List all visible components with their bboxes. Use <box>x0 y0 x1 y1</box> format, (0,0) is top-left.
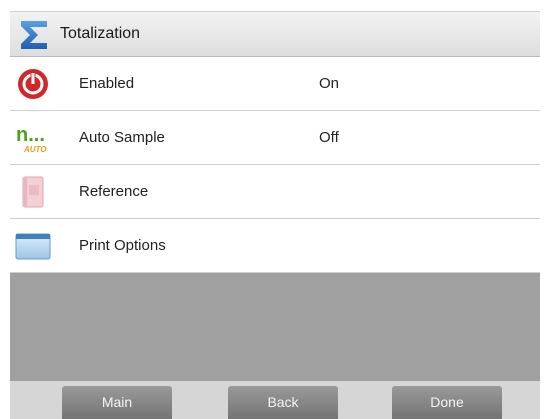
row-value: On <box>319 75 340 92</box>
list-item-print-options[interactable]: Print Options <box>10 219 540 273</box>
list-item-enabled[interactable]: Enabled On <box>10 57 540 111</box>
row-label: Reference <box>79 183 149 200</box>
print-options-icon <box>15 233 51 260</box>
empty-area <box>10 273 540 381</box>
back-button[interactable]: Back <box>228 386 338 419</box>
row-label: Enabled <box>79 75 135 92</box>
auto-sample-icon: n... AUTO <box>16 124 47 154</box>
reference-book-icon <box>22 176 44 208</box>
row-label: Auto Sample <box>79 129 165 146</box>
main-button[interactable]: Main <box>62 386 172 419</box>
auto-sample-icon-subtext: AUTO <box>23 145 47 154</box>
title-bar: Totalization <box>10 11 540 57</box>
row-value: Off <box>319 129 339 146</box>
list-item-reference[interactable]: Reference <box>10 165 540 219</box>
auto-sample-icon-text: n... <box>16 124 45 146</box>
page-title: Totalization <box>60 25 141 42</box>
power-icon <box>18 69 48 99</box>
done-button[interactable]: Done <box>392 386 502 419</box>
settings-list: Enabled On n... AUTO Auto Sample Off Ref… <box>10 57 540 273</box>
sigma-icon <box>21 21 47 49</box>
row-label: Print Options <box>79 237 166 254</box>
list-item-auto-sample[interactable]: n... AUTO Auto Sample Off <box>10 111 540 165</box>
